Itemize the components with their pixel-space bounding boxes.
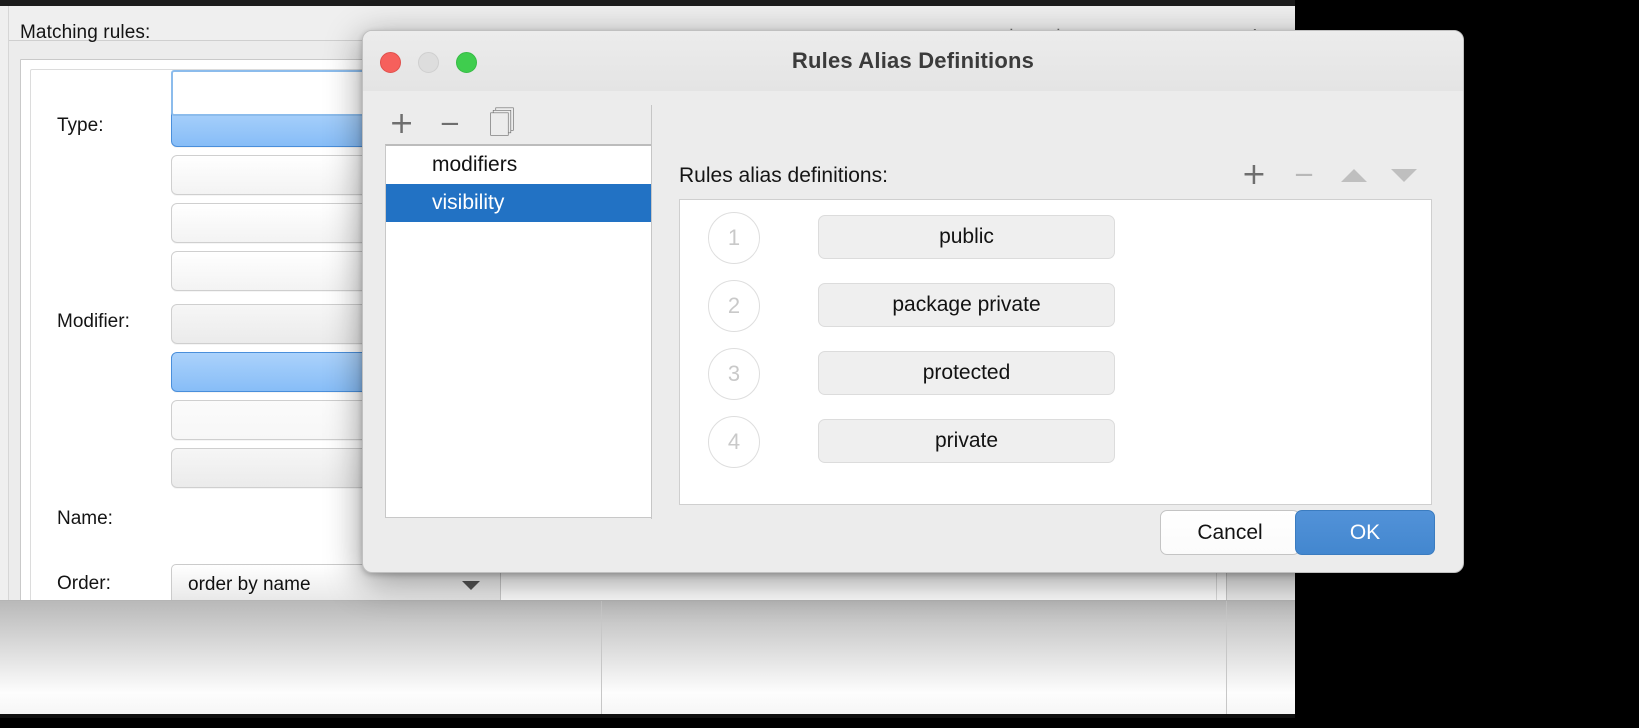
add-definition-button[interactable]: + xyxy=(1237,159,1271,191)
chevron-down-icon xyxy=(462,581,480,590)
alias-list[interactable]: modifiers visibility xyxy=(385,144,652,518)
bottom-strip-divider xyxy=(1,601,602,718)
definition-index-badge: 2 xyxy=(708,280,760,332)
definition-chip[interactable]: protected xyxy=(818,351,1115,395)
rules-alias-definitions-heading: Rules alias definitions: xyxy=(679,164,888,188)
order-select-value: order by name xyxy=(188,574,311,596)
matching-rules-label: Matching rules: xyxy=(20,22,150,44)
definition-row: 4 private xyxy=(680,408,1431,476)
dialog-pane-divider xyxy=(651,105,652,519)
order-label: Order: xyxy=(57,573,111,595)
definition-chip[interactable]: private xyxy=(818,419,1115,463)
dialog-title: Rules Alias Definitions xyxy=(363,48,1463,74)
dialog-button-bar: Cancel OK xyxy=(363,502,1463,572)
window-bottom-strip xyxy=(0,600,1295,718)
definition-row: 1 public xyxy=(680,204,1431,272)
screen: ⊥ ⊥ − ▲ ▼ ⚙ Matching rules: Type: field … xyxy=(0,0,1639,728)
definition-index-badge: 1 xyxy=(708,212,760,264)
ok-button[interactable]: OK xyxy=(1295,510,1435,555)
alias-list-item-visibility[interactable]: visibility xyxy=(386,184,651,222)
alias-list-item-modifiers[interactable]: modifiers xyxy=(386,146,651,184)
alias-list-item-label: visibility xyxy=(432,191,504,215)
definition-chip[interactable]: public xyxy=(818,215,1115,259)
definition-row: 2 package private xyxy=(680,272,1431,340)
definition-index-badge: 4 xyxy=(708,416,760,468)
name-label: Name: xyxy=(57,508,113,530)
modifier-label: Modifier: xyxy=(57,311,130,333)
alias-list-item-label: modifiers xyxy=(432,153,517,177)
add-alias-button[interactable]: + xyxy=(389,106,414,142)
remove-alias-button[interactable]: − xyxy=(439,106,461,142)
window-bottom-edge xyxy=(0,714,1295,718)
cancel-button[interactable]: Cancel xyxy=(1160,510,1300,555)
definition-chip[interactable]: package private xyxy=(818,283,1115,327)
alias-definitions-list: 1 public 2 package private 3 protected 4… xyxy=(679,199,1432,505)
copy-alias-button[interactable]: 🗍 xyxy=(489,106,515,142)
rules-alias-definitions-dialog: Rules Alias Definitions + − 🗍 modifiers … xyxy=(362,30,1464,573)
type-label: Type: xyxy=(57,115,103,137)
definition-row: 3 protected xyxy=(680,340,1431,408)
dialog-titlebar[interactable]: Rules Alias Definitions xyxy=(363,31,1463,91)
move-definition-down-button xyxy=(1391,169,1417,182)
definition-index-badge: 3 xyxy=(708,348,760,400)
bottom-strip-divider-right xyxy=(1226,601,1227,718)
remove-definition-button: − xyxy=(1287,159,1321,191)
move-definition-up-button xyxy=(1341,169,1367,182)
